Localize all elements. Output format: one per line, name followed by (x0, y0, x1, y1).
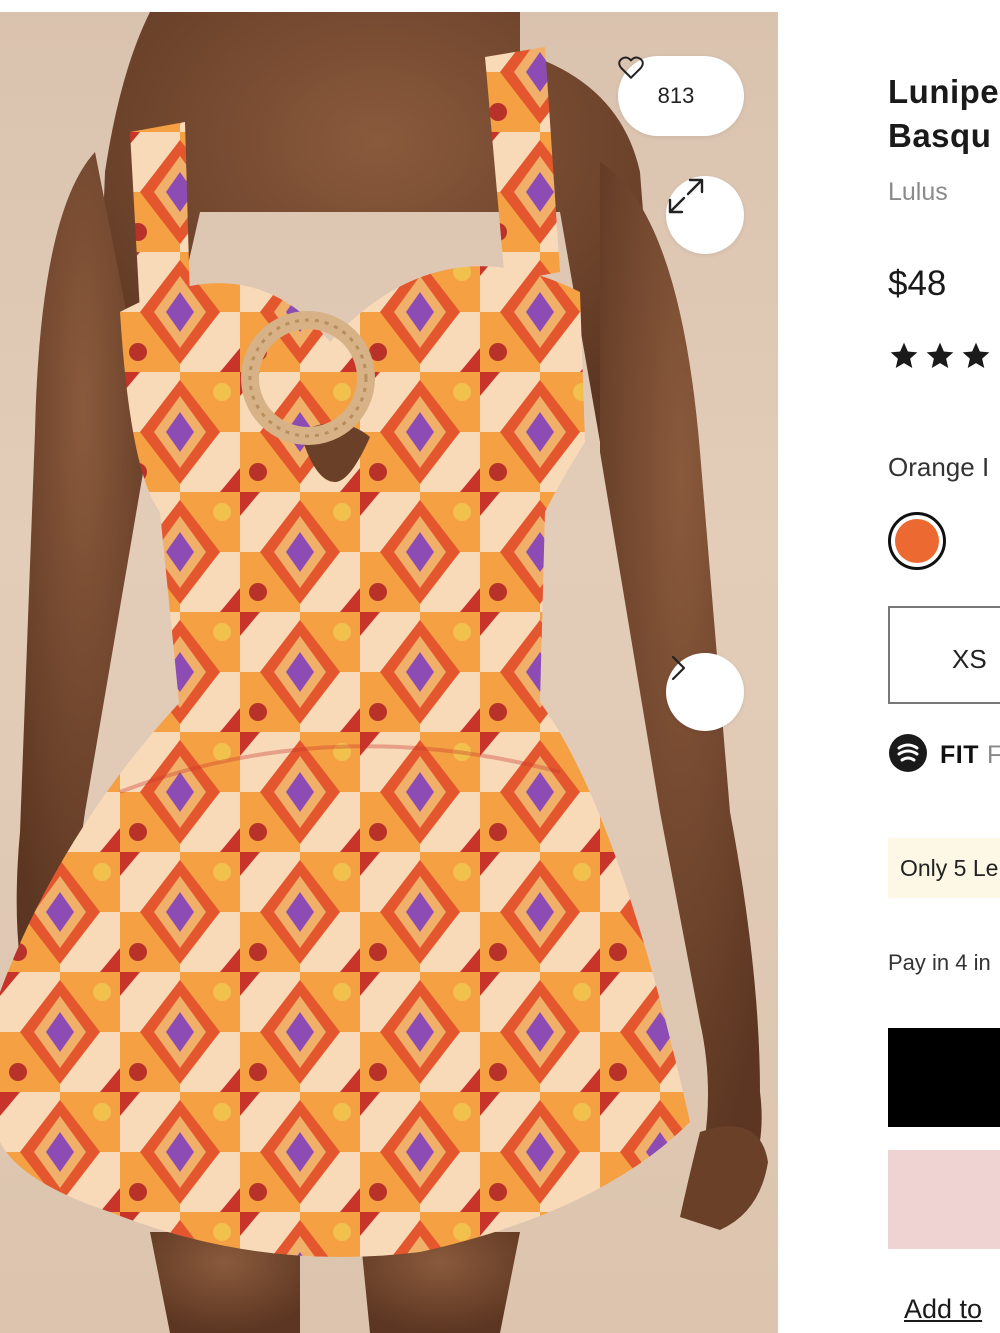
fit-label-rest: F (987, 741, 1000, 769)
size-label: XS (952, 644, 987, 674)
stock-notice: Only 5 Le (888, 838, 1000, 898)
favorite-button[interactable]: 813 (618, 56, 744, 136)
product-title: Lunipe Basqu (888, 70, 1000, 158)
product-title-line-2: Basqu (888, 117, 992, 154)
swatch-fill (895, 519, 939, 563)
star-icon (924, 340, 956, 377)
add-to-wishlist-link[interactable]: Add to (904, 1294, 982, 1325)
add-to-bag-button[interactable] (888, 1028, 1000, 1127)
rating-stars[interactable] (888, 340, 992, 377)
product-image[interactable]: 813 (0, 12, 778, 1333)
star-icon (888, 340, 920, 377)
product-title-line-1: Lunipe (888, 73, 1000, 110)
fit-predictor-icon (888, 733, 928, 778)
favorite-count: 813 (657, 83, 695, 108)
dress-photo-illustration (0, 12, 768, 1333)
pay-in-installments-text: Pay in 4 in (888, 950, 991, 975)
product-price: $48 (888, 264, 947, 303)
product-details-panel: Lunipe Basqu Lulus $48 Orange I XS FIT F… (888, 0, 1000, 1333)
size-option-xs[interactable]: XS (888, 606, 1000, 704)
color-label: Orange I (888, 452, 990, 482)
expand-image-button[interactable] (666, 176, 744, 254)
star-icon (960, 340, 992, 377)
fit-predictor-link[interactable]: FIT F (888, 733, 1000, 778)
brand-name[interactable]: Lulus (888, 178, 948, 207)
fit-label: FIT (940, 741, 979, 769)
next-image-button[interactable] (666, 653, 744, 731)
secondary-buy-button[interactable] (888, 1150, 1000, 1249)
color-swatch-orange[interactable] (888, 512, 946, 570)
